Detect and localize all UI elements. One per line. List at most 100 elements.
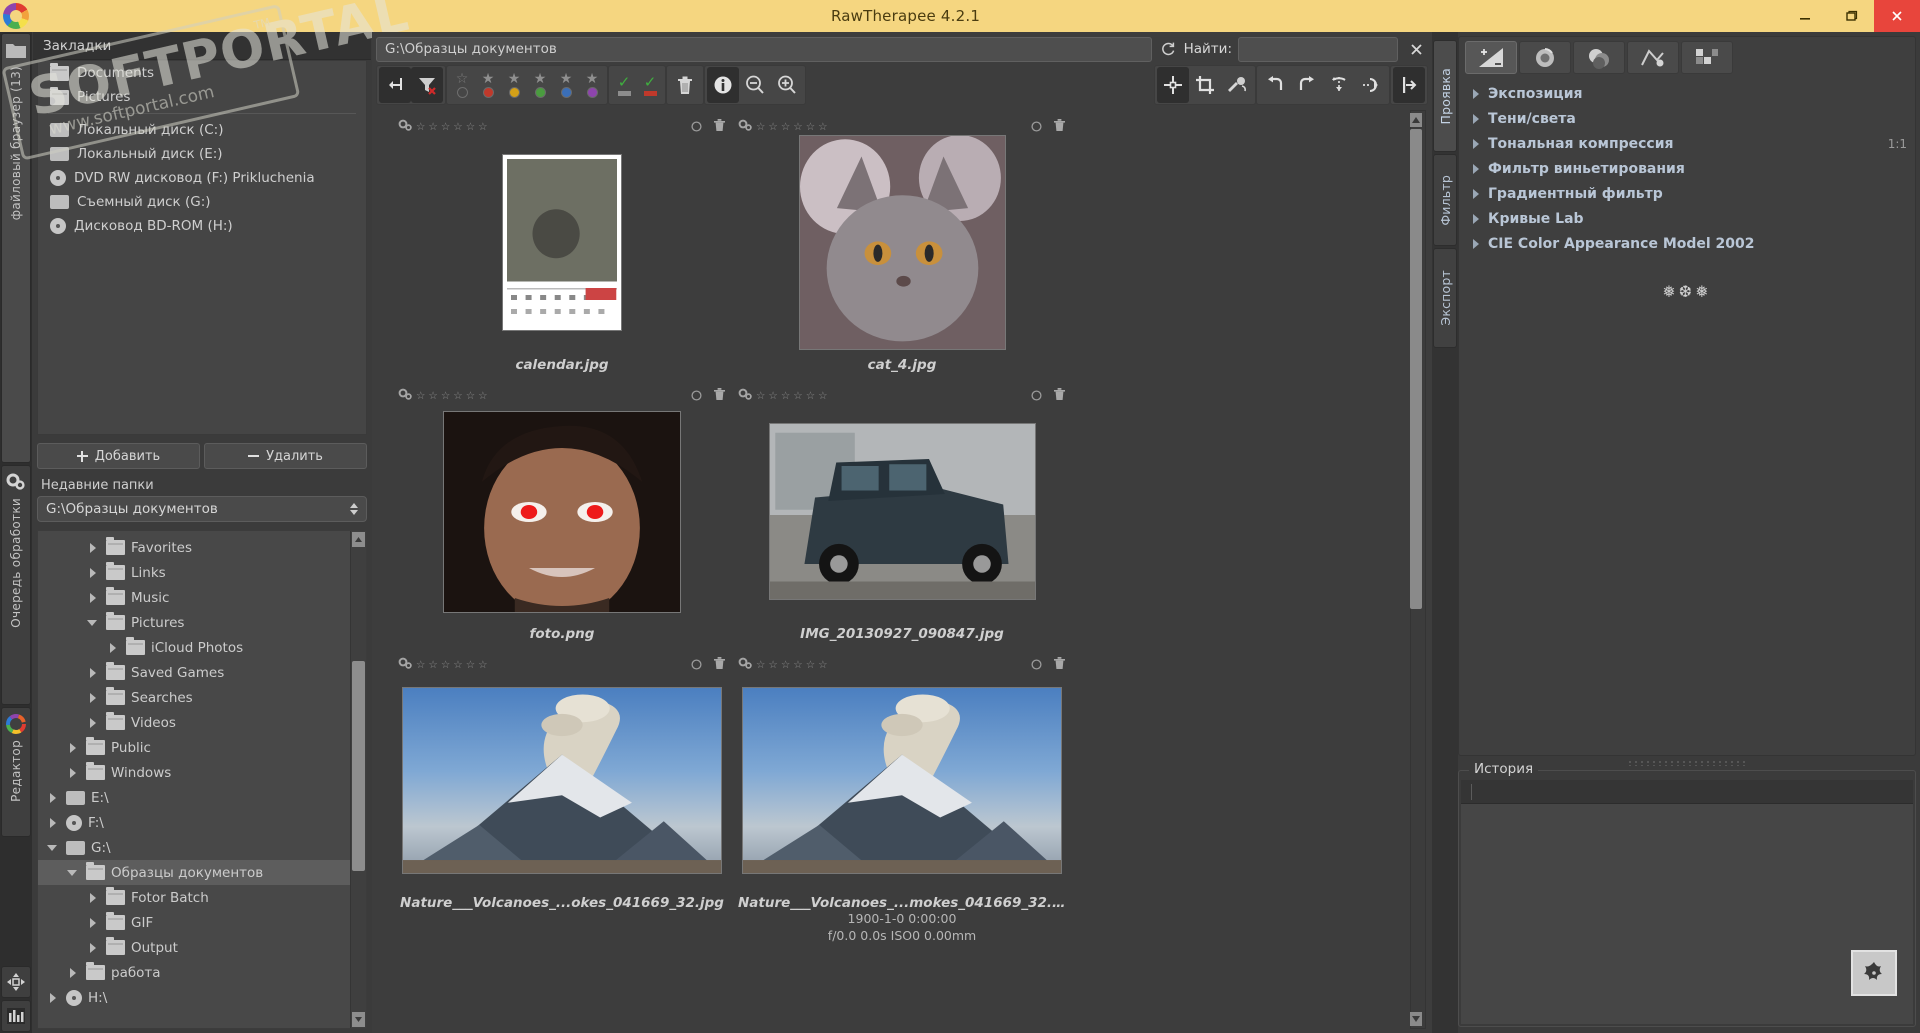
color-label-icon[interactable] [586, 87, 598, 98]
chevron-right-icon[interactable] [1473, 113, 1479, 124]
thumbnail-star-icon[interactable]: ☆ [441, 659, 450, 671]
bookmark-item[interactable]: Documents [38, 61, 366, 85]
color-picker-button[interactable] [1221, 67, 1253, 103]
tool-item[interactable]: Тени/света [1459, 106, 1915, 131]
thumbnail-star-icon[interactable]: ☆ [768, 659, 777, 671]
collapse-panel-button[interactable] [1393, 67, 1425, 103]
thumbnail-star-icon[interactable]: ☆ [428, 659, 437, 671]
tree-scroll-thumb[interactable] [352, 661, 365, 871]
thumbnail-star-icon[interactable]: ☆ [793, 121, 802, 133]
color-tab[interactable] [1573, 41, 1625, 74]
color-label-icon[interactable] [456, 87, 468, 98]
thumbnail-color-label-icon[interactable] [691, 655, 702, 674]
rotate-left-button[interactable] [1259, 67, 1291, 103]
processing-profile-icon[interactable] [398, 386, 413, 405]
thumbnail-star-icon[interactable]: ☆ [768, 121, 777, 133]
thumbnail-star-icon[interactable]: ☆ [466, 659, 475, 671]
thumbnail-grid[interactable]: ☆ ☆ ☆ ☆ ☆ ☆ calendar.jpg ☆ ☆ ☆ ☆ ☆ ☆ cat_4.jpg ☆ ☆ ☆ ☆ ☆ ☆ f… [392, 114, 1406, 1029]
processing-profile-icon[interactable] [738, 655, 753, 674]
directory-tree-container[interactable]: Favorites Links Music Pictures iCloud Photos… [37, 530, 367, 1029]
tree-item[interactable]: F:\ [38, 810, 366, 835]
thumbnail-image[interactable] [743, 688, 1061, 873]
thumbnail-star-icon[interactable]: ☆ [806, 390, 815, 402]
thumbnail-trash-icon[interactable] [1053, 386, 1066, 405]
sidebar-tab-queue[interactable]: Очередь обработки [1, 465, 31, 705]
histogram-button[interactable] [1, 1000, 31, 1032]
color-label-icon[interactable] [534, 87, 546, 98]
bookmark-item[interactable]: Локальный диск (E:) [38, 142, 366, 166]
thumbnail-star-icon[interactable]: ☆ [818, 121, 827, 133]
thumbnail-cell[interactable]: ☆ ☆ ☆ ☆ ☆ ☆ cat_4.jpg [732, 114, 1072, 383]
chevron-down-icon[interactable] [66, 866, 80, 880]
thumbnail-image-wrap[interactable] [398, 135, 726, 350]
tree-item[interactable]: Videos [38, 710, 366, 735]
color-label-icon[interactable] [508, 87, 520, 98]
thumbnail-star-icon[interactable]: ☆ [428, 121, 437, 133]
tree-item[interactable]: Output [38, 935, 366, 960]
thumbnail-star-icon[interactable]: ☆ [793, 390, 802, 402]
flip-vertical-button[interactable] [1323, 67, 1355, 103]
chevron-right-icon[interactable] [46, 991, 60, 1005]
directory-tree[interactable]: Favorites Links Music Pictures iCloud Photos… [38, 531, 366, 1010]
thumbnail-star-icon[interactable]: ☆ [818, 659, 827, 671]
exposure-tab[interactable] [1465, 41, 1517, 74]
tool-item[interactable]: Тональная компрессия 1:1 [1459, 131, 1915, 156]
chevron-right-icon[interactable] [86, 591, 100, 605]
chevron-right-icon[interactable] [46, 791, 60, 805]
tree-item[interactable]: Fotor Batch [38, 885, 366, 910]
refresh-button[interactable] [1158, 38, 1178, 60]
thumbnail-star-icon[interactable]: ☆ [441, 121, 450, 133]
tree-item[interactable]: G:\ [38, 835, 366, 860]
chevron-right-icon[interactable] [1473, 188, 1479, 199]
thumbnail-color-label-icon[interactable] [691, 386, 702, 405]
thumbnail-image[interactable] [799, 136, 1005, 349]
zoom-out-button[interactable] [739, 67, 771, 103]
thumbnail-area[interactable]: ☆ ☆ ☆ ☆ ☆ ☆ calendar.jpg ☆ ☆ ☆ ☆ ☆ ☆ cat_4.jpg ☆ ☆ ☆ ☆ ☆ ☆ f… [376, 110, 1428, 1029]
chevron-right-icon[interactable] [66, 741, 80, 755]
recent-folders-combo[interactable]: G:\Образцы документов [37, 496, 367, 522]
thumbnail-star-icon[interactable]: ☆ [428, 390, 437, 402]
color-label-icon[interactable] [560, 87, 572, 98]
zoom-in-button[interactable] [771, 67, 803, 103]
chevron-down-icon[interactable] [86, 616, 100, 630]
sidebar-tab-editor[interactable]: Редактор [1, 707, 31, 837]
chevron-right-icon[interactable] [86, 716, 100, 730]
thumbnail-star-icon[interactable]: ☆ [416, 121, 425, 133]
thumbnail-trash-icon[interactable] [713, 117, 726, 136]
chevron-down-icon[interactable] [46, 841, 60, 855]
thumbnail-image[interactable] [444, 411, 680, 612]
thumbnail-frame[interactable] [768, 423, 1036, 600]
thumbnail-star-icon[interactable]: ☆ [453, 659, 462, 671]
tree-scroll-up-button[interactable] [352, 532, 365, 547]
thumbnail-star-icon[interactable]: ☆ [478, 659, 487, 671]
chevron-right-icon[interactable] [1473, 88, 1479, 99]
edited-filter[interactable]: ✓ [637, 74, 663, 96]
tree-scroll-down-button[interactable] [352, 1012, 365, 1027]
snapshot-button[interactable] [1851, 950, 1897, 996]
tree-item[interactable]: E:\ [38, 785, 366, 810]
tree-item[interactable]: Public [38, 735, 366, 760]
chevron-right-icon[interactable] [86, 691, 100, 705]
straighten-button[interactable] [1157, 67, 1189, 103]
tree-item[interactable]: Favorites [38, 535, 366, 560]
bookmark-item[interactable]: Локальный диск (C:) [38, 118, 366, 142]
thumbnail-star-icon[interactable]: ☆ [768, 390, 777, 402]
bookmark-item[interactable]: Pictures [38, 85, 366, 109]
processing-profile-icon[interactable] [738, 117, 753, 136]
chevron-right-icon[interactable] [86, 666, 100, 680]
thumbnail-star-icon[interactable]: ☆ [793, 659, 802, 671]
clear-find-button[interactable] [1404, 37, 1428, 61]
rating-filter-1[interactable]: ★ [475, 72, 501, 98]
rating-filter-5[interactable]: ★ [579, 72, 605, 98]
thumbnail-star-icon[interactable]: ☆ [756, 659, 765, 671]
back-button[interactable] [379, 67, 411, 103]
tree-item[interactable]: Saved Games [38, 660, 366, 685]
thumbnail-image[interactable] [769, 424, 1035, 599]
tool-item[interactable]: Градиентный фильтр [1459, 181, 1915, 206]
thumbnail-image-wrap[interactable] [398, 404, 726, 619]
tree-item[interactable]: Music [38, 585, 366, 610]
bookmarks-list[interactable]: Documents Pictures Локальный диск (C:) Лока… [37, 60, 367, 435]
thumbnail-star-icon[interactable]: ☆ [416, 390, 425, 402]
raw-tab[interactable] [1681, 41, 1733, 74]
thumbnail-trash-icon[interactable] [713, 386, 726, 405]
